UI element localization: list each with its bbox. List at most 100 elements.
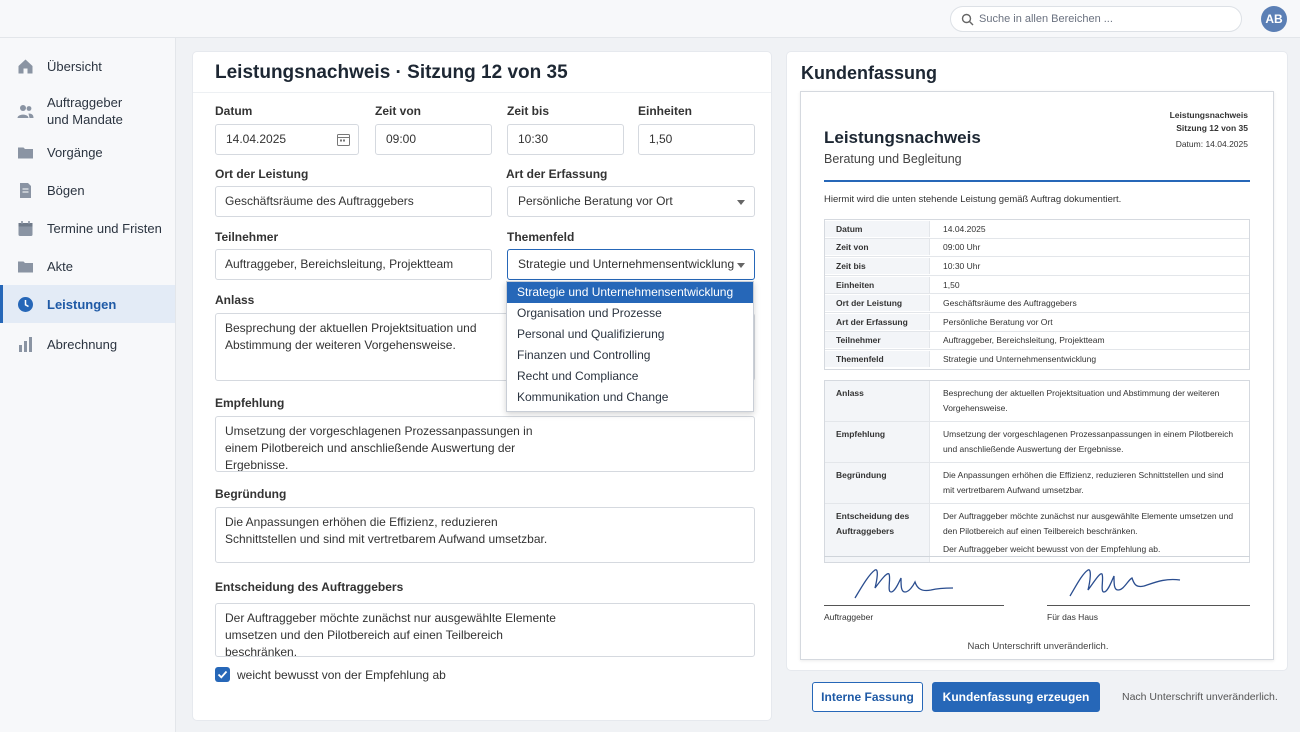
dropdown-option[interactable]: Personal und Qualifizierung	[507, 324, 753, 345]
divider	[193, 92, 771, 93]
signature-label-right: Für das Haus	[1047, 612, 1099, 622]
signature-auftraggeber	[854, 569, 954, 599]
table-value: Die Anpassungen erhöhen die Effizienz, r…	[943, 470, 1224, 495]
sidebar-item-uebersicht[interactable]: Übersicht	[0, 55, 175, 77]
datum-field[interactable]: 14.04.2025	[215, 124, 359, 155]
sidebar-item-termine[interactable]: Termine und Fristen	[0, 218, 175, 238]
table-value: Auftraggeber, Bereichsleitung, Projektte…	[943, 335, 1105, 346]
themenfeld-label: Themenfeld	[507, 230, 575, 244]
search-icon	[961, 13, 974, 26]
document-icon	[20, 182, 31, 198]
table-key: Anlass	[825, 381, 930, 421]
chevron-down-icon	[737, 263, 745, 268]
teilnehmer-label: Teilnehmer	[215, 230, 279, 244]
sidebar-item-label: Akte	[47, 258, 74, 274]
sidebar-item-akte[interactable]: Akte	[0, 256, 175, 276]
document-table-text: Anlass Besprechung der aktuellen Projekts…	[824, 380, 1250, 563]
table-row: Empfehlung Umsetzung der vorgeschlagenen …	[825, 422, 1249, 463]
folder-icon	[18, 147, 33, 158]
dropdown-option[interactable]: Finanzen und Controlling	[507, 345, 753, 366]
begruendung-textarea[interactable]: Die Anpassungen erhöhen die Effizienz, r…	[215, 507, 755, 563]
calendar-icon	[18, 220, 33, 236]
divider	[824, 180, 1250, 182]
meta-date: Datum: 14.04.2025	[1175, 139, 1248, 149]
signature-label-left: Auftraggeber	[824, 612, 874, 622]
table-row: Zeit von 09:00 Uhr	[825, 239, 1249, 258]
kundenfassung-erzeugen-button[interactable]: Kundenfassung erzeugen	[932, 682, 1100, 712]
table-key: Datum	[825, 220, 930, 237]
table-row: Themenfeld Strategie und Unternehmensentw…	[825, 350, 1249, 369]
calendar-icon[interactable]	[337, 133, 350, 146]
sidebar-item-abrechnung[interactable]: Abrechnung	[0, 334, 175, 354]
sidebar-item-label: Bögen	[47, 182, 85, 198]
einheiten-field[interactable]: 1,50	[638, 124, 755, 155]
table-value: 14.04.2025	[943, 223, 986, 234]
dropdown-option[interactable]: Recht und Compliance	[507, 366, 753, 387]
sidebar-item-label: Vorgänge	[47, 144, 103, 160]
interne-fassung-button[interactable]: Interne Fassung	[812, 682, 923, 712]
divider	[824, 556, 1250, 557]
meta-title: Leistungsnachweis	[1169, 110, 1248, 120]
document-table-facts: Datum 14.04.2025 Zeit von 09:00 Uhr Zeit b…	[824, 219, 1250, 370]
table-value: Persönliche Beratung vor Ort	[943, 316, 1053, 327]
sidebar: Übersicht Auftraggeber und Mandate Vorgä…	[0, 38, 176, 732]
folder-icon	[18, 261, 33, 272]
table-row: Begründung Die Anpassungen erhöhen die Ef…	[825, 463, 1249, 504]
dropdown-option[interactable]: Organisation und Prozesse	[507, 303, 753, 324]
meta-session: Sitzung 12 von 35	[1176, 123, 1248, 133]
sidebar-item-auftraggeber[interactable]: Auftraggeber und Mandate	[0, 93, 175, 129]
table-value: Geschäftsräume des Auftraggebers	[943, 298, 1077, 309]
table-value: 09:00 Uhr	[943, 242, 981, 253]
clock-icon	[18, 296, 33, 312]
chevron-down-icon	[737, 200, 745, 205]
document-footer: Nach Unterschrift unveränderlich.	[967, 641, 1109, 652]
table-value: Der Auftraggeber möchte zunächst nur aus…	[930, 504, 1249, 562]
search-input[interactable]	[979, 10, 1234, 28]
page-title: Leistungsnachweis · Sitzung 12 von 35	[215, 62, 568, 83]
table-key: Ort der Leistung	[825, 295, 930, 312]
table-row: Entscheidung des Auftraggebers Der Auftra…	[825, 504, 1249, 562]
table-key: Themenfeld	[825, 351, 930, 368]
dropdown-option[interactable]: Kommunikation und Change	[507, 387, 753, 408]
zeit-bis-field[interactable]: 10:30	[507, 124, 624, 155]
table-row: Einheiten 1,50	[825, 276, 1249, 295]
teilnehmer-field[interactable]: Auftraggeber, Bereichsleitung, Projektte…	[215, 249, 492, 280]
themenfeld-dropdown: Strategie und Unternehmensentwicklung Or…	[506, 281, 754, 412]
global-search[interactable]	[950, 6, 1242, 32]
document-preview: Leistungsnachweis Sitzung 12 von 35 Datu…	[800, 91, 1274, 660]
table-key: Teilnehmer	[825, 332, 930, 349]
themenfeld-value: Strategie und Unternehmensentwicklung	[518, 257, 735, 271]
datum-label: Datum	[215, 104, 253, 118]
zeit-bis-label: Zeit bis	[507, 104, 550, 118]
sidebar-item-label: Leistungen	[47, 296, 117, 312]
empfehlung-label: Empfehlung	[215, 396, 285, 410]
abweichung-label[interactable]: weicht bewusst von der Empfehlung ab	[237, 668, 446, 682]
users-icon	[17, 105, 34, 118]
top-bar: AB	[0, 0, 1300, 38]
empfehlung-textarea[interactable]: Umsetzung der vorgeschlagenen Prozessanp…	[215, 416, 755, 472]
table-row: Datum 14.04.2025	[825, 220, 1249, 239]
dropdown-option[interactable]: Strategie und Unternehmensentwicklung	[507, 282, 753, 303]
sidebar-item-leistungen[interactable]: Leistungen	[0, 285, 175, 323]
themenfeld-select[interactable]: Strategie und Unternehmensentwicklung	[507, 249, 755, 280]
sidebar-item-label: Auftraggeber und Mandate	[47, 95, 123, 127]
document-title: Leistungsnachweis	[824, 128, 981, 147]
entscheidung-textarea[interactable]: Der Auftraggeber möchte zunächst nur aus…	[215, 603, 755, 657]
art-select[interactable]: Persönliche Beratung vor Ort	[507, 186, 755, 217]
ort-field[interactable]: Geschäftsräume des Auftraggebers	[215, 186, 492, 217]
table-row: Anlass Besprechung der aktuellen Projekts…	[825, 381, 1249, 422]
abweichung-checkbox[interactable]	[215, 667, 230, 682]
anlass-label: Anlass	[215, 293, 255, 307]
sidebar-item-vorgaenge[interactable]: Vorgänge	[0, 142, 175, 162]
sidebar-item-boegen[interactable]: Bögen	[0, 180, 175, 200]
check-icon	[217, 670, 228, 679]
table-key: Zeit bis	[825, 257, 930, 274]
bar-chart-icon	[19, 336, 32, 352]
zeit-von-field[interactable]: 09:00	[375, 124, 492, 155]
table-key: Art der Erfassung	[825, 313, 930, 330]
zeit-von-label: Zeit von	[375, 104, 422, 118]
avatar[interactable]: AB	[1261, 6, 1287, 32]
sidebar-item-label: Termine und Fristen	[47, 220, 162, 236]
summary-title: Kundenfassung	[801, 63, 938, 83]
document-intro: Hiermit wird die unten stehende Leistung…	[824, 194, 1122, 205]
